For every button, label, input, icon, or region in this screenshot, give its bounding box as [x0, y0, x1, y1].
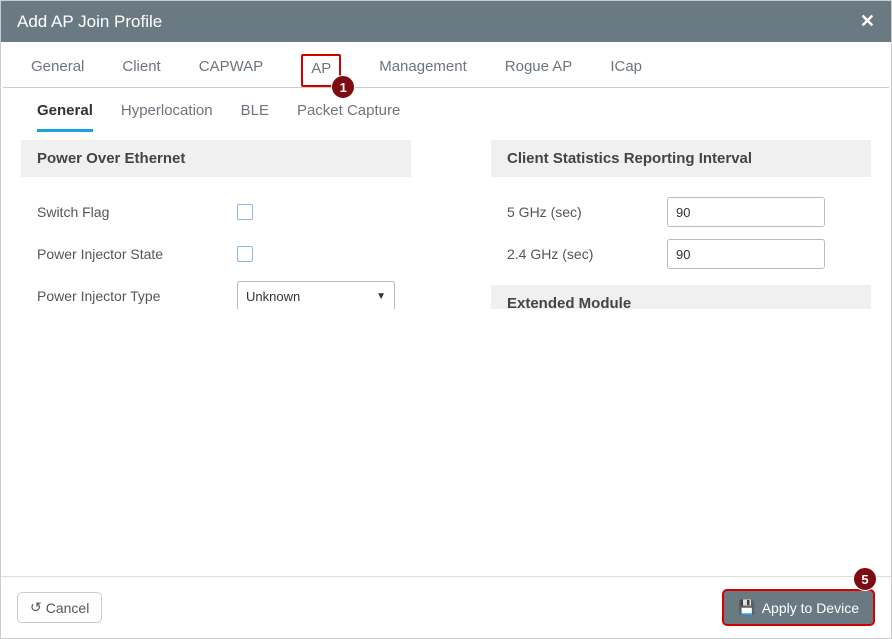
row-5ghz: 5 GHz (sec) 90 [491, 191, 871, 233]
save-icon: 💾 [738, 599, 755, 616]
right-column: Client Statistics Reporting Interval 5 G… [491, 140, 871, 309]
subtab-packet-capture[interactable]: Packet Capture [297, 102, 400, 132]
left-column: Power Over Ethernet Switch Flag Power In… [21, 140, 411, 309]
modal-footer: ↺ Cancel 5 💾 Apply to Device [1, 576, 891, 638]
poe-section-header: Power Over Ethernet [21, 140, 411, 177]
tab-rogue-ap[interactable]: Rogue AP [505, 58, 573, 87]
tab-client[interactable]: Client [122, 58, 160, 87]
tab-icap[interactable]: ICap [610, 58, 642, 87]
apply-to-device-button[interactable]: 💾 Apply to Device [722, 589, 875, 626]
callout-5: 5 [853, 567, 877, 591]
content-columns: Power Over Ethernet Switch Flag Power In… [3, 132, 889, 309]
main-tabs: General Client CAPWAP AP 1 Management Ro… [3, 42, 889, 88]
row-power-injector-type: Power Injector Type Unknown ▼ [21, 275, 411, 309]
tab-general[interactable]: General [31, 58, 84, 87]
row-power-injector-state: Power Injector State [21, 233, 411, 275]
chevron-down-icon: ▼ [376, 291, 386, 302]
select-power-injector-type[interactable]: Unknown ▼ [237, 281, 395, 309]
tab-capwap[interactable]: CAPWAP [199, 58, 263, 87]
row-switch-flag: Switch Flag [21, 191, 411, 233]
tab-management[interactable]: Management [379, 58, 467, 87]
checkbox-switch-flag[interactable] [237, 204, 253, 220]
close-icon[interactable]: ✕ [860, 11, 875, 32]
label-5ghz: 5 GHz (sec) [507, 204, 667, 220]
checkbox-power-injector-state[interactable] [237, 246, 253, 262]
add-ap-join-profile-modal: Add AP Join Profile ✕ General Client CAP… [0, 0, 892, 639]
undo-icon: ↺ [30, 599, 42, 616]
subtab-ble[interactable]: BLE [241, 102, 269, 132]
label-power-injector-type: Power Injector Type [37, 288, 237, 304]
row-24ghz: 2.4 GHz (sec) 90 [491, 233, 871, 275]
sub-tabs: General Hyperlocation BLE Packet Capture [3, 88, 889, 132]
modal-title: Add AP Join Profile [17, 12, 162, 32]
input-24ghz[interactable]: 90 [667, 239, 825, 269]
tab-ap[interactable]: AP 1 [301, 54, 341, 87]
label-power-injector-state: Power Injector State [37, 246, 237, 262]
label-24ghz: 2.4 GHz (sec) [507, 246, 667, 262]
subtab-general[interactable]: General [37, 102, 93, 132]
modal-header: Add AP Join Profile ✕ [1, 1, 891, 42]
subtab-hyperlocation[interactable]: Hyperlocation [121, 102, 213, 132]
cancel-button[interactable]: ↺ Cancel [17, 592, 102, 623]
stats-section-header: Client Statistics Reporting Interval [491, 140, 871, 177]
input-5ghz[interactable]: 90 [667, 197, 825, 227]
label-switch-flag: Switch Flag [37, 204, 237, 220]
modal-body: General Client CAPWAP AP 1 Management Ro… [1, 42, 891, 309]
extended-module-header: Extended Module [491, 285, 871, 309]
